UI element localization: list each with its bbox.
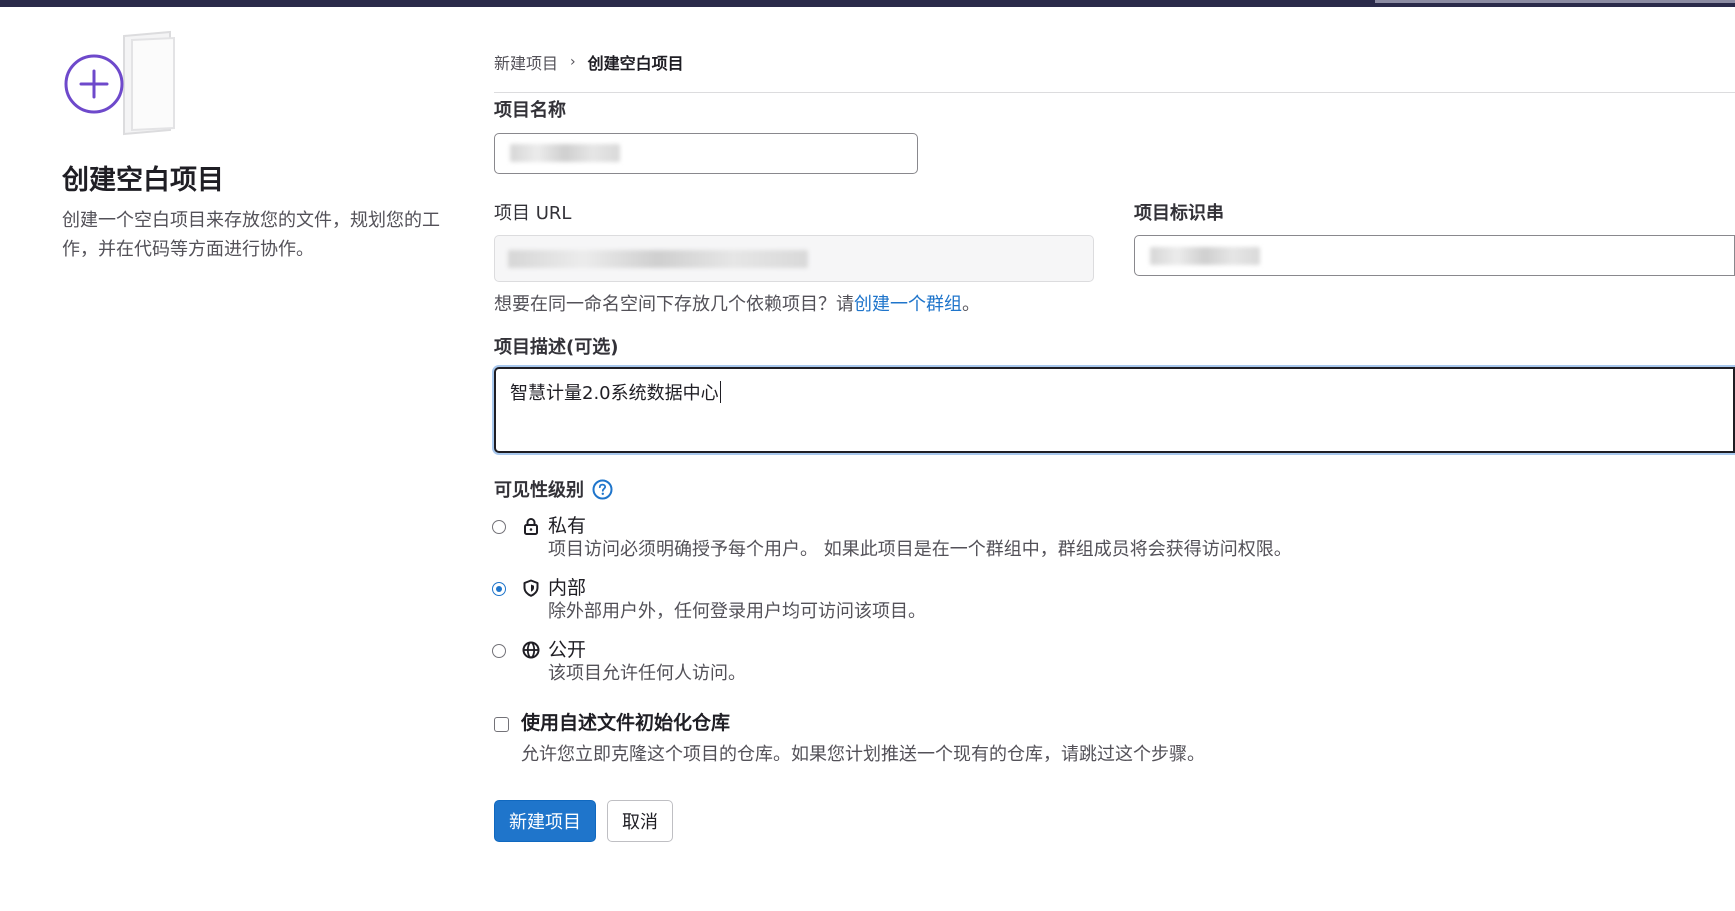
visibility-option-private[interactable]: 私有 项目访问必须明确授予每个用户。 如果此项目是在一个群组中，群组成员将会获得… — [492, 514, 1292, 562]
public-description: 该项目允许任何人访问。 — [548, 663, 746, 684]
description-textarea[interactable]: 智慧计量2.0系统数据中心 — [494, 367, 1735, 453]
namespace-hint-text: 想要在同一命名空间下存放几个依赖项目？请 — [494, 294, 854, 315]
readme-description: 允许您立即克隆这个项目的仓库。如果您计划推送一个现有的仓库，请跳过这个步骤。 — [521, 744, 1205, 765]
project-slug-label: 项目标识串 — [1134, 203, 1224, 224]
question-circle-icon[interactable] — [592, 479, 613, 500]
public-title: 公开 — [548, 639, 587, 661]
internal-radio[interactable] — [492, 582, 506, 596]
internal-title: 内部 — [548, 577, 587, 599]
description-label: 项目描述(可选) — [494, 337, 619, 358]
project-url-label: 项目 URL — [494, 203, 572, 224]
readme-checkbox[interactable] — [494, 717, 509, 732]
public-radio[interactable] — [492, 644, 506, 658]
visibility-label: 可见性级别 — [494, 476, 613, 502]
redacted-text — [508, 250, 808, 268]
project-name-label: 项目名称 — [494, 100, 566, 121]
text-caret — [719, 381, 721, 403]
breadcrumb-divider — [494, 92, 1735, 93]
new-project-illustration-icon — [64, 30, 175, 136]
create-group-link[interactable]: 创建一个群组 — [854, 294, 962, 315]
private-description: 项目访问必须明确授予每个用户。 如果此项目是在一个群组中，群组成员将会获得访问权… — [548, 539, 1292, 560]
internal-description: 除外部用户外，任何登录用户均可访问该项目。 — [548, 601, 926, 622]
redacted-text — [510, 144, 620, 162]
visibility-option-public[interactable]: 公开 该项目允许任何人访问。 — [492, 638, 746, 686]
private-radio[interactable] — [492, 520, 506, 534]
visibility-label-text: 可见性级别 — [494, 480, 584, 501]
namespace-hint: 想要在同一命名空间下存放几个依赖项目？请创建一个群组。 — [494, 290, 980, 316]
readme-title: 使用自述文件初始化仓库 — [521, 712, 731, 734]
page-description: 创建一个空白项目来存放您的文件，规划您的工作，并在代码等方面进行协作。 — [62, 210, 440, 260]
description-value: 智慧计量2.0系统数据中心 — [510, 383, 719, 404]
namespace-hint-suffix: 。 — [962, 294, 980, 315]
private-title: 私有 — [548, 515, 587, 537]
visibility-option-internal[interactable]: 内部 除外部用户外，任何登录用户均可访问该项目。 — [492, 576, 926, 624]
lock-icon — [524, 518, 538, 535]
create-project-button[interactable]: 新建项目 — [494, 800, 596, 842]
redacted-text — [1150, 247, 1260, 265]
page-heading: 创建空白项目 — [62, 165, 224, 196]
breadcrumb-separator-icon: › — [570, 54, 576, 70]
globe-icon — [522, 641, 540, 659]
breadcrumb-current: 创建空白项目 — [587, 54, 684, 73]
readme-option[interactable]: 使用自述文件初始化仓库 允许您立即克隆这个项目的仓库。如果您计划推送一个现有的仓… — [494, 711, 1205, 767]
breadcrumb-new-project-link[interactable]: 新建项目 — [494, 50, 558, 74]
cancel-button[interactable]: 取消 — [607, 800, 673, 842]
top-bar-tab — [1375, 0, 1735, 3]
breadcrumb: 新建项目 › 创建空白项目 — [494, 50, 684, 74]
shield-icon — [523, 579, 539, 597]
top-navigation-bar — [0, 0, 1735, 7]
